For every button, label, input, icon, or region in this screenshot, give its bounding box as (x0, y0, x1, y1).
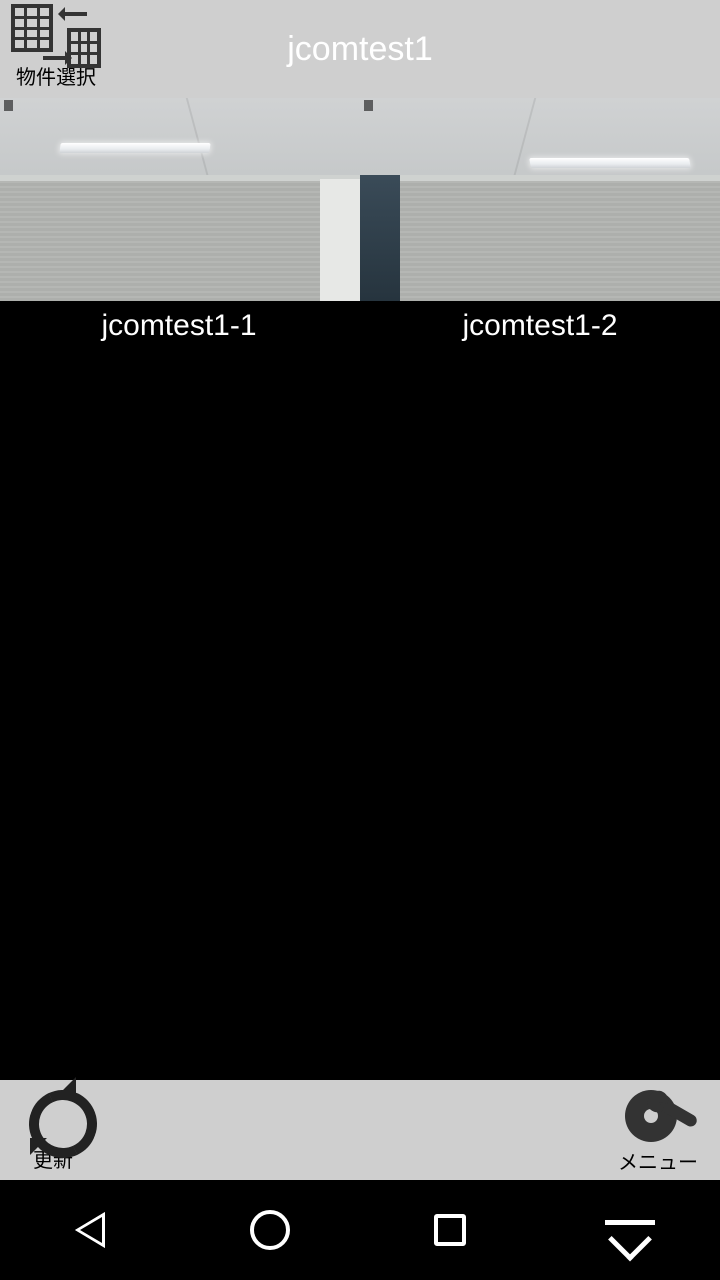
camera-grid: jcomtest1-1 jcomtest1-2 (0, 98, 720, 1080)
refresh-icon (22, 1088, 84, 1144)
camera-thumbnail[interactable] (0, 98, 360, 301)
back-triangle-icon (75, 1212, 105, 1248)
camera-name: jcomtest1-1 (0, 301, 358, 349)
system-nav-bar (0, 1180, 720, 1280)
settings-wrench-icon (621, 1086, 695, 1146)
camera-osd (4, 100, 13, 111)
nav-back-button[interactable] (60, 1200, 120, 1260)
camera-row: jcomtest1-1 jcomtest1-2 (0, 98, 720, 349)
recent-square-icon (434, 1214, 466, 1246)
camera-cell[interactable]: jcomtest1-1 (0, 98, 360, 349)
chevron-down-bar-icon (605, 1220, 655, 1240)
property-select-button[interactable]: 物件選択 (6, 4, 106, 88)
nav-ime-button[interactable] (600, 1200, 660, 1260)
header-bar: 物件選択 jcomtest1 (0, 0, 720, 98)
camera-name: jcomtest1-2 (360, 301, 720, 349)
empty-area (0, 349, 720, 1080)
nav-recent-button[interactable] (420, 1200, 480, 1260)
building-swap-icon (11, 4, 101, 68)
property-select-label: 物件選択 (6, 68, 106, 88)
bottom-toolbar: 更新 メニュー (0, 1080, 720, 1180)
menu-button[interactable]: メニュー (618, 1086, 698, 1175)
nav-home-button[interactable] (240, 1200, 300, 1260)
menu-label: メニュー (618, 1146, 698, 1175)
camera-osd (364, 100, 373, 111)
refresh-button[interactable]: 更新 (22, 1088, 84, 1173)
page-title: jcomtest1 (287, 30, 433, 69)
home-circle-icon (250, 1210, 290, 1250)
camera-cell[interactable]: jcomtest1-2 (360, 98, 720, 349)
camera-thumbnail[interactable] (360, 98, 720, 301)
